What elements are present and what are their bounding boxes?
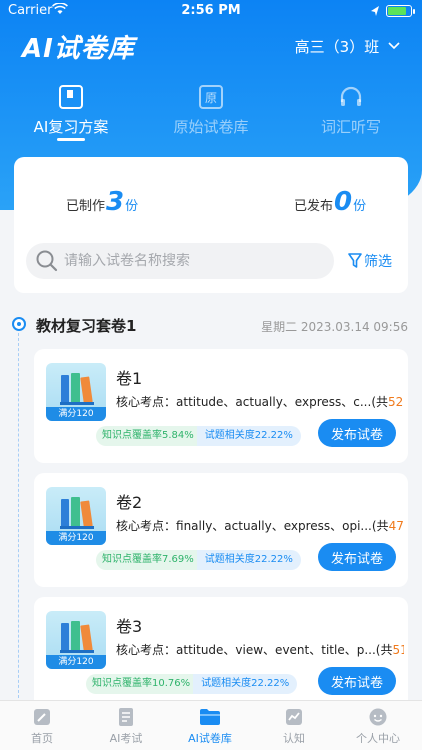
points-text: attitude、view、event、title、p...: [176, 643, 376, 657]
svg-text:原: 原: [205, 91, 217, 105]
tab-ai-plan[interactable]: AI复习方案: [1, 84, 141, 137]
published-unit: 份: [353, 199, 367, 214]
paper-metrics: 知识点覆盖率7.69% 试题相关度22.22%: [96, 547, 301, 570]
nav-ai-exam[interactable]: AI考试: [84, 707, 168, 746]
points-count: 470: [388, 519, 404, 533]
class-selector[interactable]: 高三（3）班: [295, 36, 400, 57]
relevance-badge: 试题相关度22.22%: [193, 674, 298, 694]
paper-name: 卷3: [116, 617, 143, 636]
core-points: 核心考点：attitude、actually、express、c...(共521…: [116, 393, 404, 410]
relevance-badge: 试题相关度22.22%: [196, 426, 301, 446]
made-unit: 份: [125, 199, 139, 214]
made-label: 已制作: [66, 199, 106, 214]
nav-label: 个人中心: [356, 732, 400, 745]
search-input[interactable]: [64, 243, 324, 279]
coverage-badge: 知识点覆盖率5.84%: [96, 426, 200, 446]
nav-home[interactable]: 首页: [0, 707, 84, 746]
folder-icon: [200, 709, 220, 725]
points-count: 521: [388, 395, 404, 409]
points-text: finally、actually、express、opi...: [176, 519, 372, 533]
count-prefix: (共: [375, 643, 393, 657]
tab-label: 词汇听写: [320, 118, 381, 136]
publish-button[interactable]: 发布试卷: [318, 667, 396, 695]
paper-thumbnail: 满分120: [46, 363, 106, 421]
exam-icon: [119, 708, 133, 726]
published-number: 0: [334, 187, 353, 217]
books-icon: [60, 497, 94, 529]
bottom-nav: 首页 AI考试 AI试卷库 认知 个人中心: [0, 700, 422, 750]
chevron-down-icon: [388, 42, 400, 50]
paper-card[interactable]: 满分120 卷3 核心考点：attitude、view、event、title、…: [34, 597, 408, 711]
nav-profile[interactable]: 个人中心: [336, 707, 420, 746]
published-count: 已发布0份: [294, 187, 366, 217]
class-selector-label: 高三（3）班: [294, 38, 380, 56]
paper-metrics: 知识点覆盖率10.76% 试题相关度22.22%: [86, 671, 298, 694]
count-prefix: (共: [371, 395, 388, 409]
points-label: 核心考点：: [116, 643, 177, 657]
search-icon: [36, 250, 58, 272]
points-label: 核心考点：: [116, 395, 177, 409]
clock: 2:56 PM: [181, 3, 241, 18]
books-icon: [60, 373, 94, 405]
original-icon: 原: [199, 85, 223, 109]
app-logo: AI试卷库: [22, 34, 135, 64]
coverage-badge: 知识点覆盖率7.69%: [96, 550, 200, 570]
timeline-line: [18, 333, 19, 703]
search-bar[interactable]: [26, 243, 334, 279]
coverage-badge: 知识点覆盖率10.76%: [86, 674, 197, 694]
score-label: 满分120: [46, 531, 106, 545]
nav-label: AI试卷库: [188, 732, 232, 745]
profile-icon: [369, 708, 387, 726]
publish-button[interactable]: 发布试卷: [318, 419, 396, 447]
points-label: 核心考点：: [116, 519, 177, 533]
filter-button[interactable]: 筛选: [348, 251, 392, 271]
tab-label: 原始试卷库: [173, 118, 249, 136]
location-icon: [371, 6, 379, 16]
paper-name: 卷1: [116, 369, 143, 388]
paper-card[interactable]: 满分120 卷2 核心考点：finally、actually、express、o…: [34, 473, 408, 587]
count-prefix: (共: [371, 519, 389, 533]
books-icon: [60, 621, 94, 653]
timeline-dot: [12, 317, 26, 331]
nav-label: 认知: [283, 732, 305, 745]
paper-name: 卷2: [116, 493, 143, 512]
chart-icon: [286, 709, 302, 725]
score-label: 满分120: [46, 655, 106, 669]
nav-label: 首页: [31, 732, 53, 745]
core-points: 核心考点：finally、actually、express、opi...(共47…: [116, 517, 404, 534]
nav-cognition[interactable]: 认知: [252, 707, 336, 746]
status-bar: Carrier 2:56 PM: [0, 0, 422, 22]
core-points: 核心考点：attitude、view、event、title、p...(共511…: [116, 641, 404, 658]
paper-metrics: 知识点覆盖率5.84% 试题相关度22.22%: [96, 423, 301, 446]
points-text: attitude、actually、express、c...: [176, 395, 372, 409]
published-label: 已发布: [294, 199, 334, 214]
filter-label: 筛选: [364, 254, 392, 270]
made-number: 3: [106, 187, 125, 217]
stats-card: 已制作3份 已发布0份 筛选: [14, 157, 408, 293]
active-tab-indicator: [57, 138, 85, 141]
paper-thumbnail: 满分120: [46, 487, 106, 545]
group-date: 星期二 2023.03.14 09:56: [261, 320, 408, 334]
headphones-icon: [340, 86, 362, 106]
tab-original-library[interactable]: 原 原始试卷库: [141, 84, 281, 137]
nav-label: AI考试: [109, 732, 143, 745]
paper-card[interactable]: 满分120 卷1 核心考点：attitude、actually、express、…: [34, 349, 408, 463]
made-count: 已制作3份: [66, 187, 138, 217]
battery-icon: [386, 5, 415, 17]
nav-ai-library[interactable]: AI试卷库: [168, 707, 252, 746]
paper-thumbnail: 满分120: [46, 611, 106, 669]
filter-icon: [348, 253, 362, 268]
score-label: 满分120: [46, 407, 106, 421]
group-title: 教材复习套卷1: [36, 317, 137, 335]
tab-vocab-dictation[interactable]: 词汇听写: [281, 84, 421, 137]
publish-button[interactable]: 发布试卷: [318, 543, 396, 571]
tab-label: AI复习方案: [33, 118, 109, 136]
points-count: 511: [392, 643, 404, 657]
home-icon: [34, 709, 50, 725]
plan-icon: [59, 85, 83, 109]
relevance-badge: 试题相关度22.22%: [196, 550, 301, 570]
